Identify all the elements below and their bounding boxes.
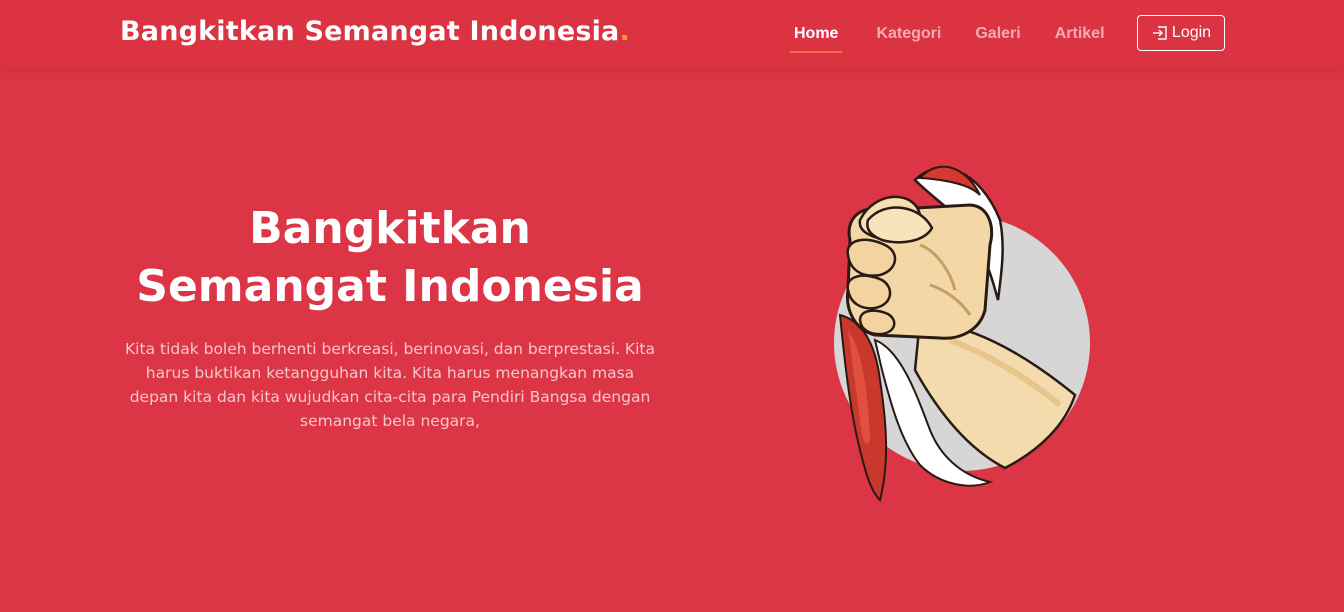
navbar: Bangkitkan Semangat Indonesia. Home Kate… bbox=[0, 0, 1344, 69]
nav-galeri[interactable]: Galeri bbox=[975, 17, 1020, 51]
brand-text: Bangkitkan Semangat Indonesia bbox=[120, 16, 620, 47]
login-label: Login bbox=[1171, 24, 1212, 41]
nav-artikel[interactable]: Artikel bbox=[1055, 17, 1105, 51]
hero-title: Bangkitkan Semangat Indonesia bbox=[110, 200, 670, 316]
hero-title-line1: Bangkitkan bbox=[249, 203, 531, 254]
nav-home[interactable]: Home bbox=[790, 17, 843, 53]
main-nav: Home Kategori Galeri Artikel bbox=[790, 0, 1139, 68]
brand-logo[interactable]: Bangkitkan Semangat Indonesia. bbox=[120, 16, 630, 47]
hero-description: Kita tidak boleh berhenti berkreasi, ber… bbox=[125, 340, 655, 430]
hero-title-line2: Semangat Indonesia bbox=[136, 261, 644, 312]
login-button[interactable]: Login bbox=[1137, 15, 1225, 51]
login-icon bbox=[1152, 26, 1167, 40]
fist-holding-flag-illustration bbox=[834, 165, 1090, 502]
nav-kategori[interactable]: Kategori bbox=[876, 17, 941, 51]
brand-dot: . bbox=[619, 16, 630, 47]
